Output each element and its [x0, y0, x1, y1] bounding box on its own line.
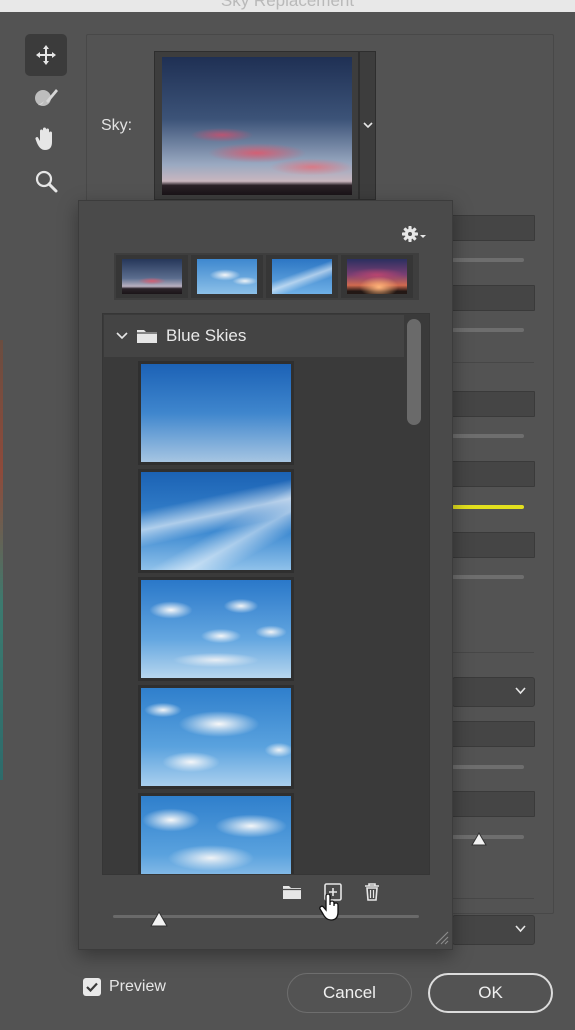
window-title: Sky Replacement [220, 0, 355, 10]
zoom-tool-icon [35, 170, 58, 193]
sky-brush-icon [35, 89, 58, 106]
brightness-slider[interactable] [452, 434, 524, 438]
delete-sky-button[interactable] [364, 883, 380, 901]
selected-sky-image [162, 57, 352, 195]
output-to-select[interactable] [452, 915, 535, 945]
pointer-hand-cursor-icon [319, 894, 339, 921]
sky-preset-thumbnail[interactable] [154, 51, 359, 200]
new-group-button[interactable] [282, 885, 302, 900]
zoom-tool-button[interactable] [25, 160, 67, 202]
slider-knob-icon[interactable] [150, 911, 168, 927]
preview-label: Preview [109, 978, 166, 995]
temperature-field[interactable] [452, 461, 535, 487]
slider-knob-icon[interactable] [471, 832, 487, 846]
sky-preset-picker: Blue Skies [78, 200, 453, 950]
preview-checkbox[interactable] [83, 978, 101, 996]
cancel-button[interactable]: Cancel [287, 973, 412, 1013]
sky-preset-tile[interactable] [138, 685, 294, 789]
preset-group-header[interactable]: Blue Skies [104, 315, 404, 357]
sky-preset-tile[interactable] [138, 793, 294, 874]
hand-tool-button[interactable] [25, 118, 67, 160]
chevron-down-icon [362, 122, 373, 129]
fade-edge-field[interactable] [452, 285, 535, 311]
preset-group-name: Blue Skies [166, 326, 247, 345]
shift-edge-field[interactable] [452, 215, 535, 241]
temperature-slider[interactable] [452, 505, 524, 509]
section-divider [452, 652, 534, 653]
sky-preset-tile[interactable] [138, 361, 294, 465]
recent-preset-item[interactable] [116, 255, 188, 298]
recent-preset-item[interactable] [341, 255, 413, 298]
scale-field[interactable] [452, 532, 535, 558]
sky-preset-tile[interactable] [138, 577, 294, 681]
sky-label: Sky: [101, 117, 133, 134]
shift-edge-slider[interactable] [452, 258, 524, 262]
brightness-field[interactable] [452, 391, 535, 417]
preview-toggle[interactable]: Preview [83, 978, 166, 996]
tool-palette [25, 34, 69, 202]
window-titlebar: Sky Replacement [0, 0, 575, 12]
folder-icon [283, 885, 301, 899]
section-divider [452, 898, 534, 899]
color-adjustment-slider[interactable] [452, 835, 524, 839]
settings-menu-button[interactable] [401, 225, 427, 248]
lighting-mode-select[interactable] [452, 677, 535, 707]
move-tool-icon [36, 45, 56, 65]
recent-preset-item[interactable] [266, 255, 338, 298]
preset-list-scrollbar[interactable] [407, 319, 421, 425]
recent-preset-item[interactable] [191, 255, 263, 298]
move-tool-button[interactable] [25, 34, 67, 76]
sky-brush-button[interactable] [25, 76, 67, 118]
lighting-adjustment-slider[interactable] [452, 765, 524, 769]
recent-presets-strip [114, 253, 419, 300]
sky-preset-dropdown[interactable] [359, 51, 376, 200]
fade-edge-slider[interactable] [452, 328, 524, 332]
checkmark-icon [86, 982, 98, 992]
section-divider [452, 362, 534, 363]
folder-icon [137, 330, 157, 343]
trash-icon [365, 883, 379, 901]
resize-grip-icon[interactable] [433, 929, 449, 945]
background-canvas-edge [0, 340, 3, 780]
lighting-adjustment-field[interactable] [452, 721, 535, 747]
gear-icon [402, 226, 426, 242]
color-adjustment-field[interactable] [452, 791, 535, 817]
scale-slider[interactable] [452, 575, 524, 579]
chevron-down-icon [116, 332, 128, 340]
ok-button[interactable]: OK [428, 973, 553, 1013]
hand-tool-icon [35, 127, 52, 150]
preset-list: Blue Skies [102, 313, 430, 875]
chevron-down-icon [515, 687, 526, 695]
sky-preset-tile[interactable] [138, 469, 294, 573]
chevron-down-icon [515, 925, 526, 933]
